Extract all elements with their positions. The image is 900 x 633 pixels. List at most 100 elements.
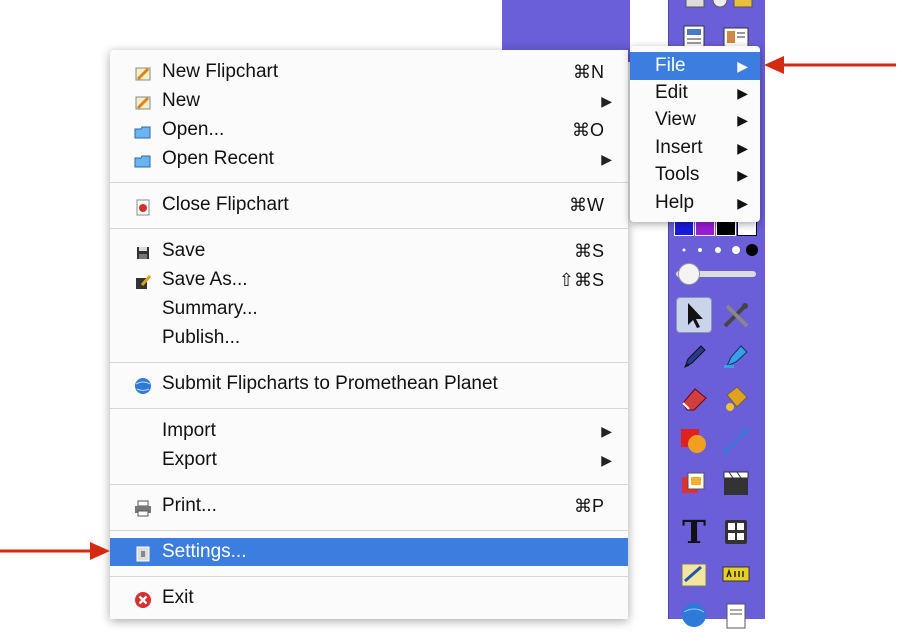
menu-item-label: Summary... — [162, 298, 258, 319]
globe-tool-icon[interactable] — [676, 597, 712, 633]
menu-item-label: Submit Flipcharts to Promethean Planet — [162, 373, 498, 394]
menu-item-open[interactable]: Open... ⌘O — [110, 116, 628, 144]
menu-label: Help — [655, 192, 695, 213]
menu-item-new-flipchart[interactable]: New Flipchart ⌘N — [110, 58, 628, 86]
menu-item-shortcut: ⌘S — [573, 241, 604, 261]
exit-icon — [134, 590, 152, 608]
menu-item-save[interactable]: Save ⌘S — [110, 237, 628, 265]
submenu-arrow-icon: ▶ — [601, 151, 612, 167]
menu-separator — [110, 182, 628, 183]
submenu-arrow-icon: ▶ — [737, 140, 748, 156]
menu-item-new[interactable]: New ▶ — [110, 87, 628, 115]
file-menu: New Flipchart ⌘N New ▶ Open... ⌘O Open R… — [110, 50, 628, 619]
menu-label: Edit — [655, 82, 688, 103]
menu-item-summary[interactable]: Summary... — [110, 295, 628, 323]
menu-separator — [110, 362, 628, 363]
menu-item-submit-flipcharts[interactable]: Submit Flipcharts to Promethean Planet — [110, 370, 628, 398]
menu-item-label: Exit — [162, 587, 194, 608]
submenu-arrow-icon: ▶ — [601, 452, 612, 468]
highlighter-icon[interactable] — [718, 338, 754, 374]
read-icon[interactable] — [718, 556, 754, 592]
submenu-arrow-icon: ▶ — [601, 93, 612, 109]
shape-icon[interactable] — [676, 422, 712, 458]
menu-item-label: Save As... — [162, 269, 248, 290]
menu-item-label: Save — [162, 240, 206, 261]
color-swatch-purple[interactable] — [695, 220, 715, 236]
fill-icon[interactable] — [718, 380, 754, 416]
main-menu: File ▶ Edit ▶ View ▶ Insert ▶ Tools ▶ He… — [630, 46, 760, 222]
menu-label: Insert — [655, 137, 703, 158]
menu-item-shortcut: ⌘N — [573, 62, 604, 82]
text-tool-icon[interactable]: T — [676, 514, 712, 550]
menu-separator — [110, 228, 628, 229]
menu-item-settings[interactable]: Settings... — [110, 538, 628, 566]
menu-item-shortcut: ⇧⌘S — [558, 270, 604, 290]
menu-edit[interactable]: Edit ▶ — [630, 79, 760, 107]
menu-item-print[interactable]: Print... ⌘P — [110, 492, 628, 520]
pen-icon[interactable] — [676, 338, 712, 374]
floppy-icon — [134, 243, 152, 261]
menu-item-shortcut: ⌘O — [571, 120, 604, 140]
menu-item-save-as[interactable]: Save As... ⇧⌘S — [110, 266, 628, 294]
submenu-arrow-icon: ▶ — [737, 195, 748, 211]
settings-icon — [134, 544, 152, 562]
menu-item-export[interactable]: Export ▶ — [110, 446, 628, 474]
submenu-arrow-icon: ▶ — [737, 58, 748, 74]
folder-icon — [134, 122, 152, 140]
select-tool-icon[interactable] — [676, 297, 712, 333]
menu-help[interactable]: Help ▶ — [630, 189, 760, 217]
connector-icon[interactable] — [718, 422, 754, 458]
media-icon[interactable] — [718, 466, 754, 502]
handwriting-icon[interactable] — [676, 556, 712, 592]
menu-item-publish[interactable]: Publish... — [110, 324, 628, 352]
color-swatch-black[interactable] — [716, 220, 736, 236]
submenu-arrow-icon: ▶ — [737, 112, 748, 128]
menu-file[interactable]: File ▶ — [630, 52, 760, 80]
window-controls-icon[interactable] — [682, 0, 758, 12]
submenu-arrow-icon: ▶ — [601, 423, 612, 439]
menu-item-label: New Flipchart — [162, 61, 279, 82]
close-doc-icon — [134, 197, 152, 216]
menu-label: Tools — [655, 164, 700, 185]
menu-item-label: Open... — [162, 119, 225, 140]
calculator-icon[interactable] — [718, 514, 754, 550]
menu-separator — [110, 408, 628, 409]
menu-item-label: Print... — [162, 495, 217, 516]
pen-width-selector[interactable] — [678, 240, 760, 260]
menu-insert[interactable]: Insert ▶ — [630, 134, 760, 162]
menu-separator — [110, 484, 628, 485]
document-tool-icon[interactable] — [718, 597, 754, 633]
submenu-arrow-icon: ▶ — [737, 167, 748, 183]
menu-item-shortcut: ⌘W — [569, 195, 604, 215]
menu-view[interactable]: View ▶ — [630, 106, 760, 134]
annotation-arrow-file — [764, 56, 896, 74]
menu-item-label: Close Flipchart — [162, 194, 289, 215]
menu-tools[interactable]: Tools ▶ — [630, 161, 760, 189]
color-swatch-blue[interactable] — [674, 220, 694, 236]
tools-icon[interactable] — [718, 297, 754, 333]
menu-item-label: Open Recent — [162, 148, 274, 169]
resources-icon[interactable] — [676, 466, 712, 502]
menu-item-import[interactable]: Import ▶ — [110, 417, 628, 445]
flipchart-icon — [134, 64, 152, 82]
menu-label: File — [655, 55, 686, 76]
menu-item-label: Import — [162, 420, 216, 441]
transparency-slider-thumb[interactable] — [678, 263, 700, 285]
flipchart-icon — [134, 93, 152, 111]
menu-item-exit[interactable]: Exit — [110, 584, 628, 612]
menu-item-open-recent[interactable]: Open Recent ▶ — [110, 145, 628, 173]
menu-item-close-flipchart[interactable]: Close Flipchart ⌘W — [110, 191, 628, 219]
eraser-icon[interactable] — [676, 380, 712, 416]
printer-icon — [134, 498, 152, 517]
menu-item-label: Export — [162, 449, 217, 470]
menu-item-label: Settings... — [162, 541, 247, 562]
annotation-arrow-settings — [0, 542, 110, 560]
folder-icon — [134, 151, 152, 169]
menu-separator — [110, 576, 628, 577]
save-as-icon — [134, 272, 152, 290]
globe-icon — [134, 376, 152, 394]
color-swatch-white[interactable] — [737, 220, 757, 236]
menu-item-shortcut: ⌘P — [573, 496, 604, 516]
menu-label: View — [655, 109, 696, 130]
menu-separator — [110, 530, 628, 531]
